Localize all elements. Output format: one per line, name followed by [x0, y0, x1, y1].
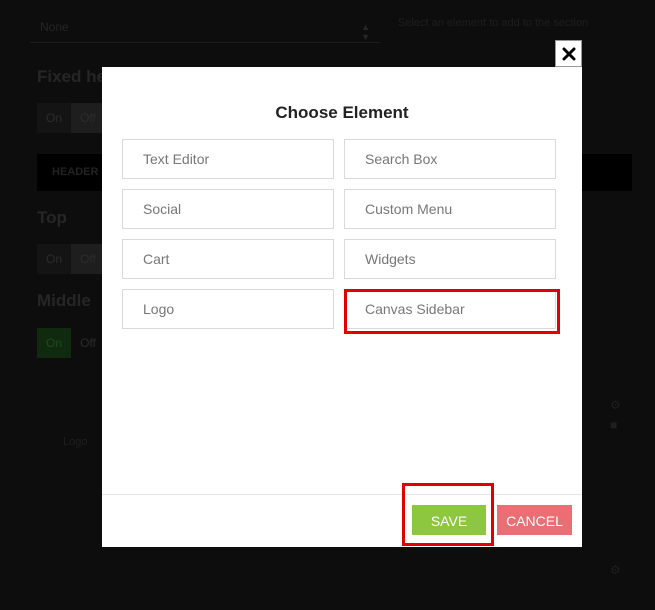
background-heading-middle: Middle	[37, 291, 91, 310]
toggle-on: On	[37, 328, 71, 358]
background-select: None ▲ ▼	[30, 10, 380, 43]
element-custom-menu-button[interactable]: Custom Menu	[344, 189, 556, 229]
toggle-on: On	[37, 103, 71, 133]
gear-icon: ⚙	[610, 563, 621, 577]
element-text-editor-button[interactable]: Text Editor	[122, 139, 334, 179]
background-toggle-middle: On Off	[37, 328, 105, 358]
element-cart-button[interactable]: Cart	[122, 239, 334, 279]
trash-icon: ■	[610, 418, 618, 432]
modal-footer-divider	[102, 494, 582, 495]
background-toggle-top: On Off	[37, 244, 105, 274]
background-bar-label: HEADER	[52, 166, 99, 178]
cancel-button[interactable]: CANCEL	[497, 505, 572, 535]
background-heading-top: Top	[37, 208, 67, 227]
toggle-off: Off	[71, 244, 105, 274]
close-button[interactable]	[555, 40, 582, 67]
background-faint-label: Logo	[63, 436, 88, 448]
toggle-on: On	[37, 244, 71, 274]
element-search-box-button[interactable]: Search Box	[344, 139, 556, 179]
choose-element-modal: Choose Element Text Editor Search Box So…	[102, 67, 582, 547]
close-icon	[562, 47, 575, 60]
element-logo-button[interactable]: Logo	[122, 289, 334, 329]
save-button[interactable]: SAVE	[412, 505, 486, 535]
element-social-button[interactable]: Social	[122, 189, 334, 229]
gear-icon: ⚙	[610, 398, 621, 412]
background-toggle-fixed: On Off	[37, 103, 105, 133]
element-canvas-sidebar-button[interactable]: Canvas Sidebar	[344, 289, 556, 329]
element-widgets-button[interactable]: Widgets	[344, 239, 556, 279]
toggle-off: Off	[80, 336, 96, 350]
background-select-value: None	[40, 20, 69, 34]
toggle-off: Off	[71, 103, 105, 133]
background-hint: Select an element to add to the section	[398, 17, 589, 29]
chevron-down-icon: ▲ ▼	[361, 22, 370, 42]
modal-title: Choose Element	[275, 103, 409, 122]
